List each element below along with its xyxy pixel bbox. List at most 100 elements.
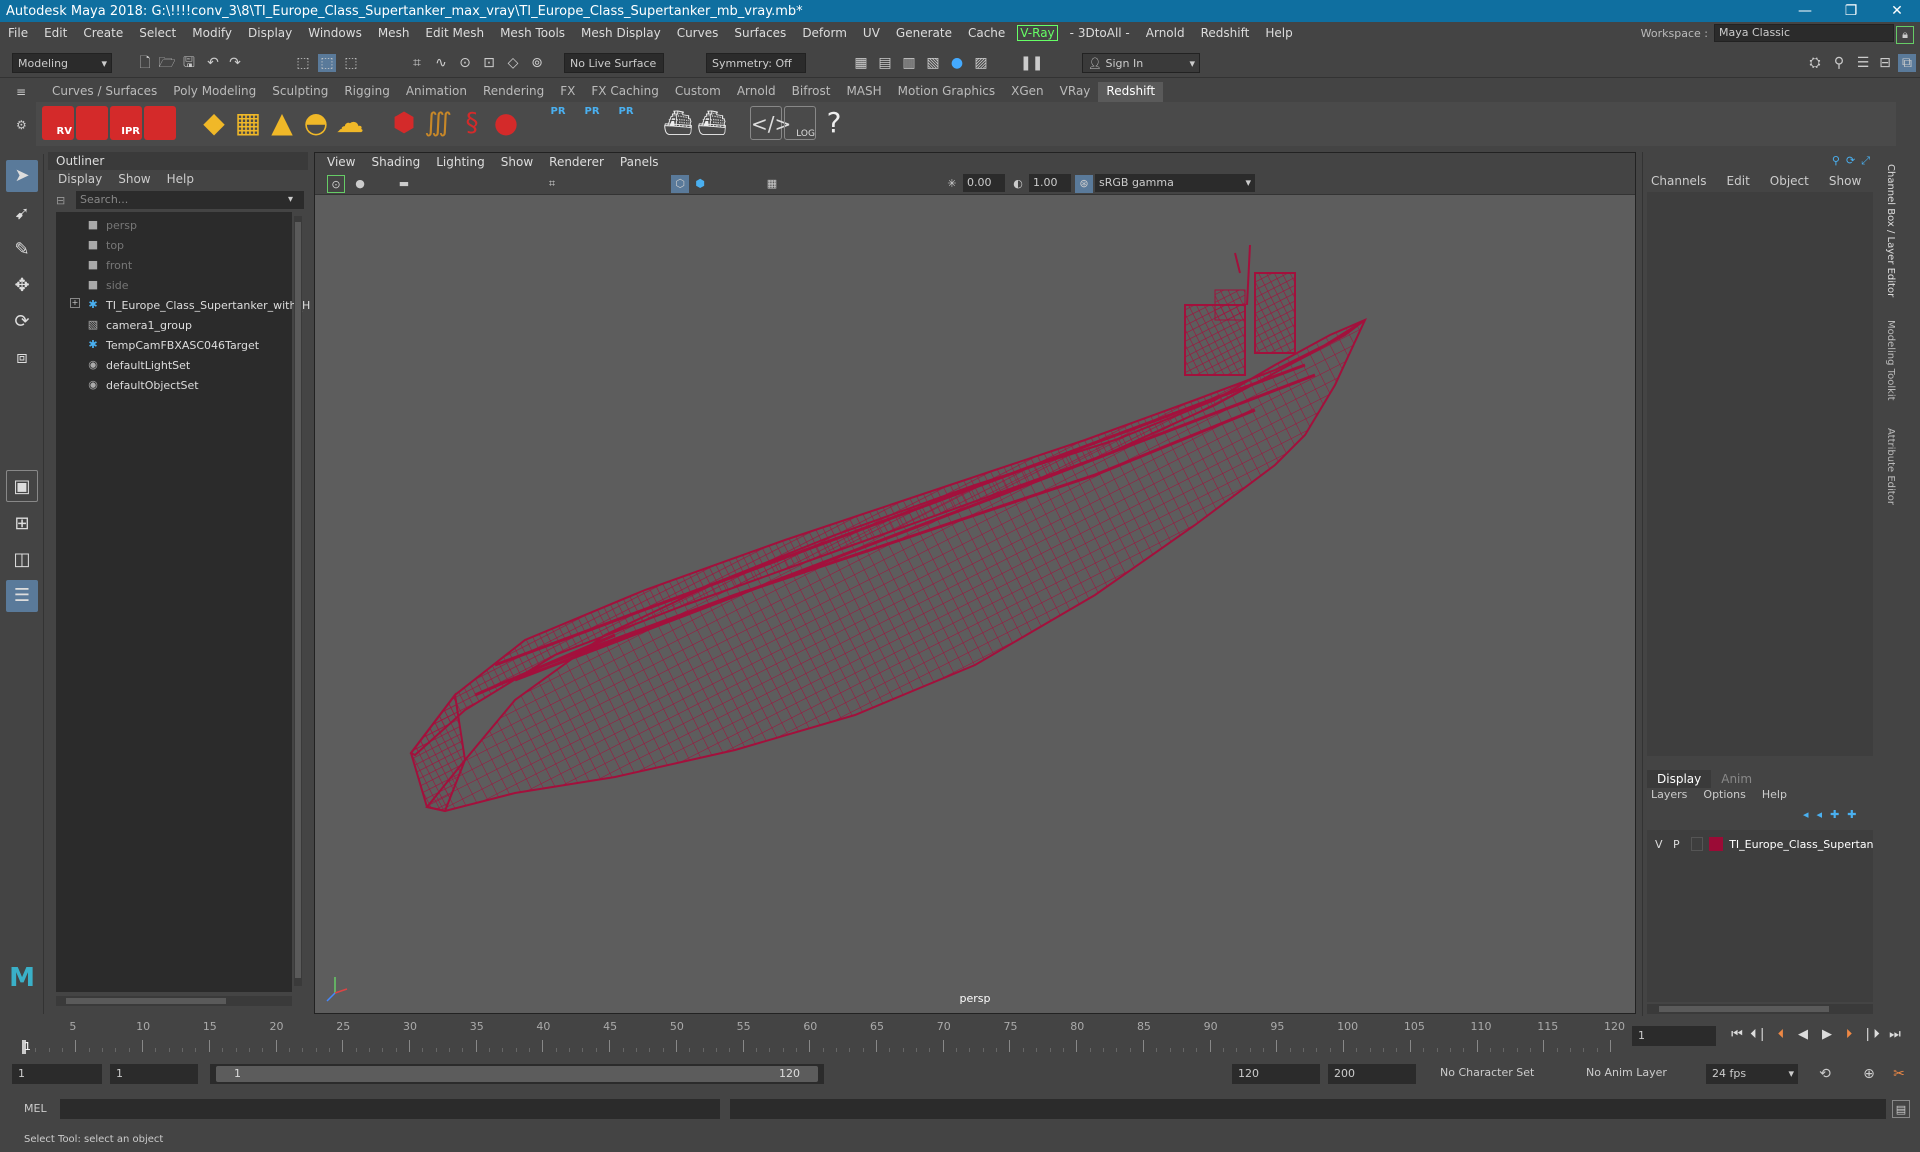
menu-create[interactable]: Create [75,26,131,40]
two-pane-layout-icon[interactable]: ◫ [6,544,38,576]
rs-dome-light-icon[interactable]: ◓ [300,106,332,140]
rs-sun-sky-icon[interactable]: ☁ [334,106,366,140]
workspace-dropdown[interactable]: Maya Classic [1714,24,1894,42]
rs-ipr-icon[interactable]: IPR [110,106,142,140]
menu-arnold[interactable]: Arnold [1138,26,1193,40]
symmetry-dropdown[interactable]: Symmetry: Off [706,53,806,73]
layer-type-toggle[interactable] [1691,837,1704,851]
help-icon[interactable]: ? [818,106,850,140]
log-icon[interactable]: LOG [784,106,816,140]
outliner-item-side[interactable]: ■ side [86,276,129,294]
shelf-tab-mash[interactable]: MASH [838,82,889,102]
filter-icon[interactable]: ⊟ [56,194,70,208]
colorspace-dropdown[interactable]: sRGB gamma ▾ [1095,174,1255,192]
side-tab-attribute-editor[interactable]: Attribute Editor [1874,428,1896,505]
fps-dropdown[interactable]: 24 fps ▾ [1706,1064,1798,1084]
rs-render-view-icon[interactable]: RV [42,106,74,140]
menu-display[interactable]: Display [240,26,300,40]
wireframe-icon[interactable]: ⬡ [671,175,689,193]
image-plane-icon[interactable]: ▬ [395,175,413,193]
smooth-shade-icon[interactable]: ⬢ [691,175,709,193]
end-time-field[interactable]: 200 [1328,1064,1416,1084]
outliner-item-tempcam-target[interactable]: ✱ TempCamFBXASC046Target [86,336,259,354]
new-layer-icon[interactable]: ✚ [1830,808,1839,821]
rs-volume-icon[interactable]: ∭ [422,106,454,140]
viewport-menu-show[interactable]: Show [495,155,539,171]
exposure-icon[interactable]: ✳ [943,175,961,193]
select-tool-icon[interactable]: ➤ [6,160,38,192]
time-slider[interactable]: 1 5 10 15 20 25 30 35 40 45 50 55 60 65 70 75 80 85 90 95 1… [0,1018,1920,1058]
live-surface-field[interactable]: No Live Surface [564,53,664,73]
exposure-field[interactable]: 0.00 [963,174,1005,192]
shelf-tab-motion-graphics[interactable]: Motion Graphics [890,82,1004,102]
shelf-tab-animation[interactable]: Animation [398,82,475,102]
go-to-end-icon[interactable]: ⏭ [1886,1026,1904,1044]
side-tab-channel-box[interactable]: Channel Box / Layer Editor [1874,164,1896,297]
layer-horizontal-scrollbar[interactable] [1647,1004,1873,1014]
close-button[interactable]: ✕ [1874,3,1920,19]
snap-point-icon[interactable]: ⊙ [456,54,474,72]
shelf-tab-fx-caching[interactable]: FX Caching [583,82,666,102]
step-forward-key-icon[interactable]: ⏵ [1840,1026,1858,1044]
rs-proxy-icon[interactable]: ⬢ [388,106,420,140]
color-management-icon[interactable]: ⊛ [1075,175,1093,193]
lock-icon[interactable]: 🔒︎ [1896,26,1914,44]
menu-3dtoall[interactable]: - 3DtoAll - [1062,26,1138,40]
menu-uv[interactable]: UV [855,26,888,40]
menu-deform[interactable]: Deform [794,26,855,40]
outliner-item-default-object-set[interactable]: ◉ defaultObjectSet [86,376,198,394]
sync-icon[interactable]: ⟳ [1846,154,1855,168]
shelf-tab-custom[interactable]: Custom [667,82,729,102]
snap-live-icon[interactable]: ⊚ [528,54,546,72]
shelf-tab-arnold[interactable]: Arnold [729,82,784,102]
sign-in-button[interactable]: 👤︎ Sign In ▾ [1082,53,1200,73]
menu-mesh-tools[interactable]: Mesh Tools [492,26,573,40]
modeling-toolkit-toggle-icon[interactable]: ⛭ [1806,54,1824,72]
boat-export-icon[interactable]: ⛴ [696,106,728,140]
character-set-dropdown[interactable]: No Character Set [1440,1066,1580,1079]
attribute-editor-toggle-icon[interactable]: ☰ [1854,54,1872,72]
play-backwards-icon[interactable]: ◀ [1794,1026,1812,1044]
snap-view-icon[interactable]: ⊡ [480,54,498,72]
snap-curve-icon[interactable]: ∿ [432,54,450,72]
minimize-button[interactable]: — [1782,3,1828,19]
command-input[interactable] [60,1099,720,1119]
anim-layer-dropdown[interactable]: No Anim Layer [1586,1066,1696,1079]
menu-modify[interactable]: Modify [184,26,240,40]
pr-render-icon[interactable]: PR [542,106,574,140]
outliner-search-input[interactable]: Search... [76,191,304,209]
menu-redshift[interactable]: Redshift [1193,26,1258,40]
pin-icon[interactable]: ⚲ [1832,154,1840,168]
step-back-key-icon[interactable]: ⏴ [1772,1026,1790,1044]
shelf-tab-redshift[interactable]: Redshift [1098,82,1164,102]
pause-render-icon[interactable]: ❚❚ [1020,54,1043,72]
playback-end-field[interactable]: 120 [1232,1064,1320,1084]
rs-spot-light-icon[interactable]: ▲ [266,106,298,140]
save-scene-icon[interactable]: 🖫 [180,54,198,72]
gamma-field[interactable]: 1.00 [1029,174,1071,192]
mode-dropdown[interactable]: Modeling ▾ [12,53,112,73]
viewport-menu-lighting[interactable]: Lighting [430,155,491,171]
new-layer-selected-icon[interactable]: ✚ [1847,808,1856,821]
rs-render-settings-icon[interactable] [144,106,176,140]
outliner-layout-icon[interactable]: ☰ [6,580,38,612]
character-controls-icon[interactable]: ⚲ [1830,54,1848,72]
snap-surface-icon[interactable]: ◇ [504,54,522,72]
menu-edit[interactable]: Edit [36,26,75,40]
script-editor-icon[interactable]: </> [750,106,791,140]
outliner-menu-help[interactable]: Help [167,172,194,186]
expand-panel-icon[interactable]: ⤢ [1861,154,1870,168]
menu-file[interactable]: File [0,26,36,40]
undo-icon[interactable]: ↶ [204,54,222,72]
shelf-settings-icon[interactable]: ⚙ [16,118,30,132]
scale-tool-icon[interactable]: ⧈ [6,342,38,374]
ipr-render-icon[interactable]: ▥ [900,54,918,72]
shelf-tab-rendering[interactable]: Rendering [475,82,552,102]
outliner-menu-display[interactable]: Display [58,172,102,186]
shelf-tab-curves-surfaces[interactable]: Curves / Surfaces [44,82,165,102]
hypershade-icon[interactable]: ● [948,54,966,72]
camera-attributes-icon[interactable]: ⊙ [327,175,345,193]
go-to-start-icon[interactable]: ⏮ [1728,1026,1746,1044]
menu-surfaces[interactable]: Surfaces [726,26,794,40]
rotate-tool-icon[interactable]: ⟳ [6,306,38,338]
